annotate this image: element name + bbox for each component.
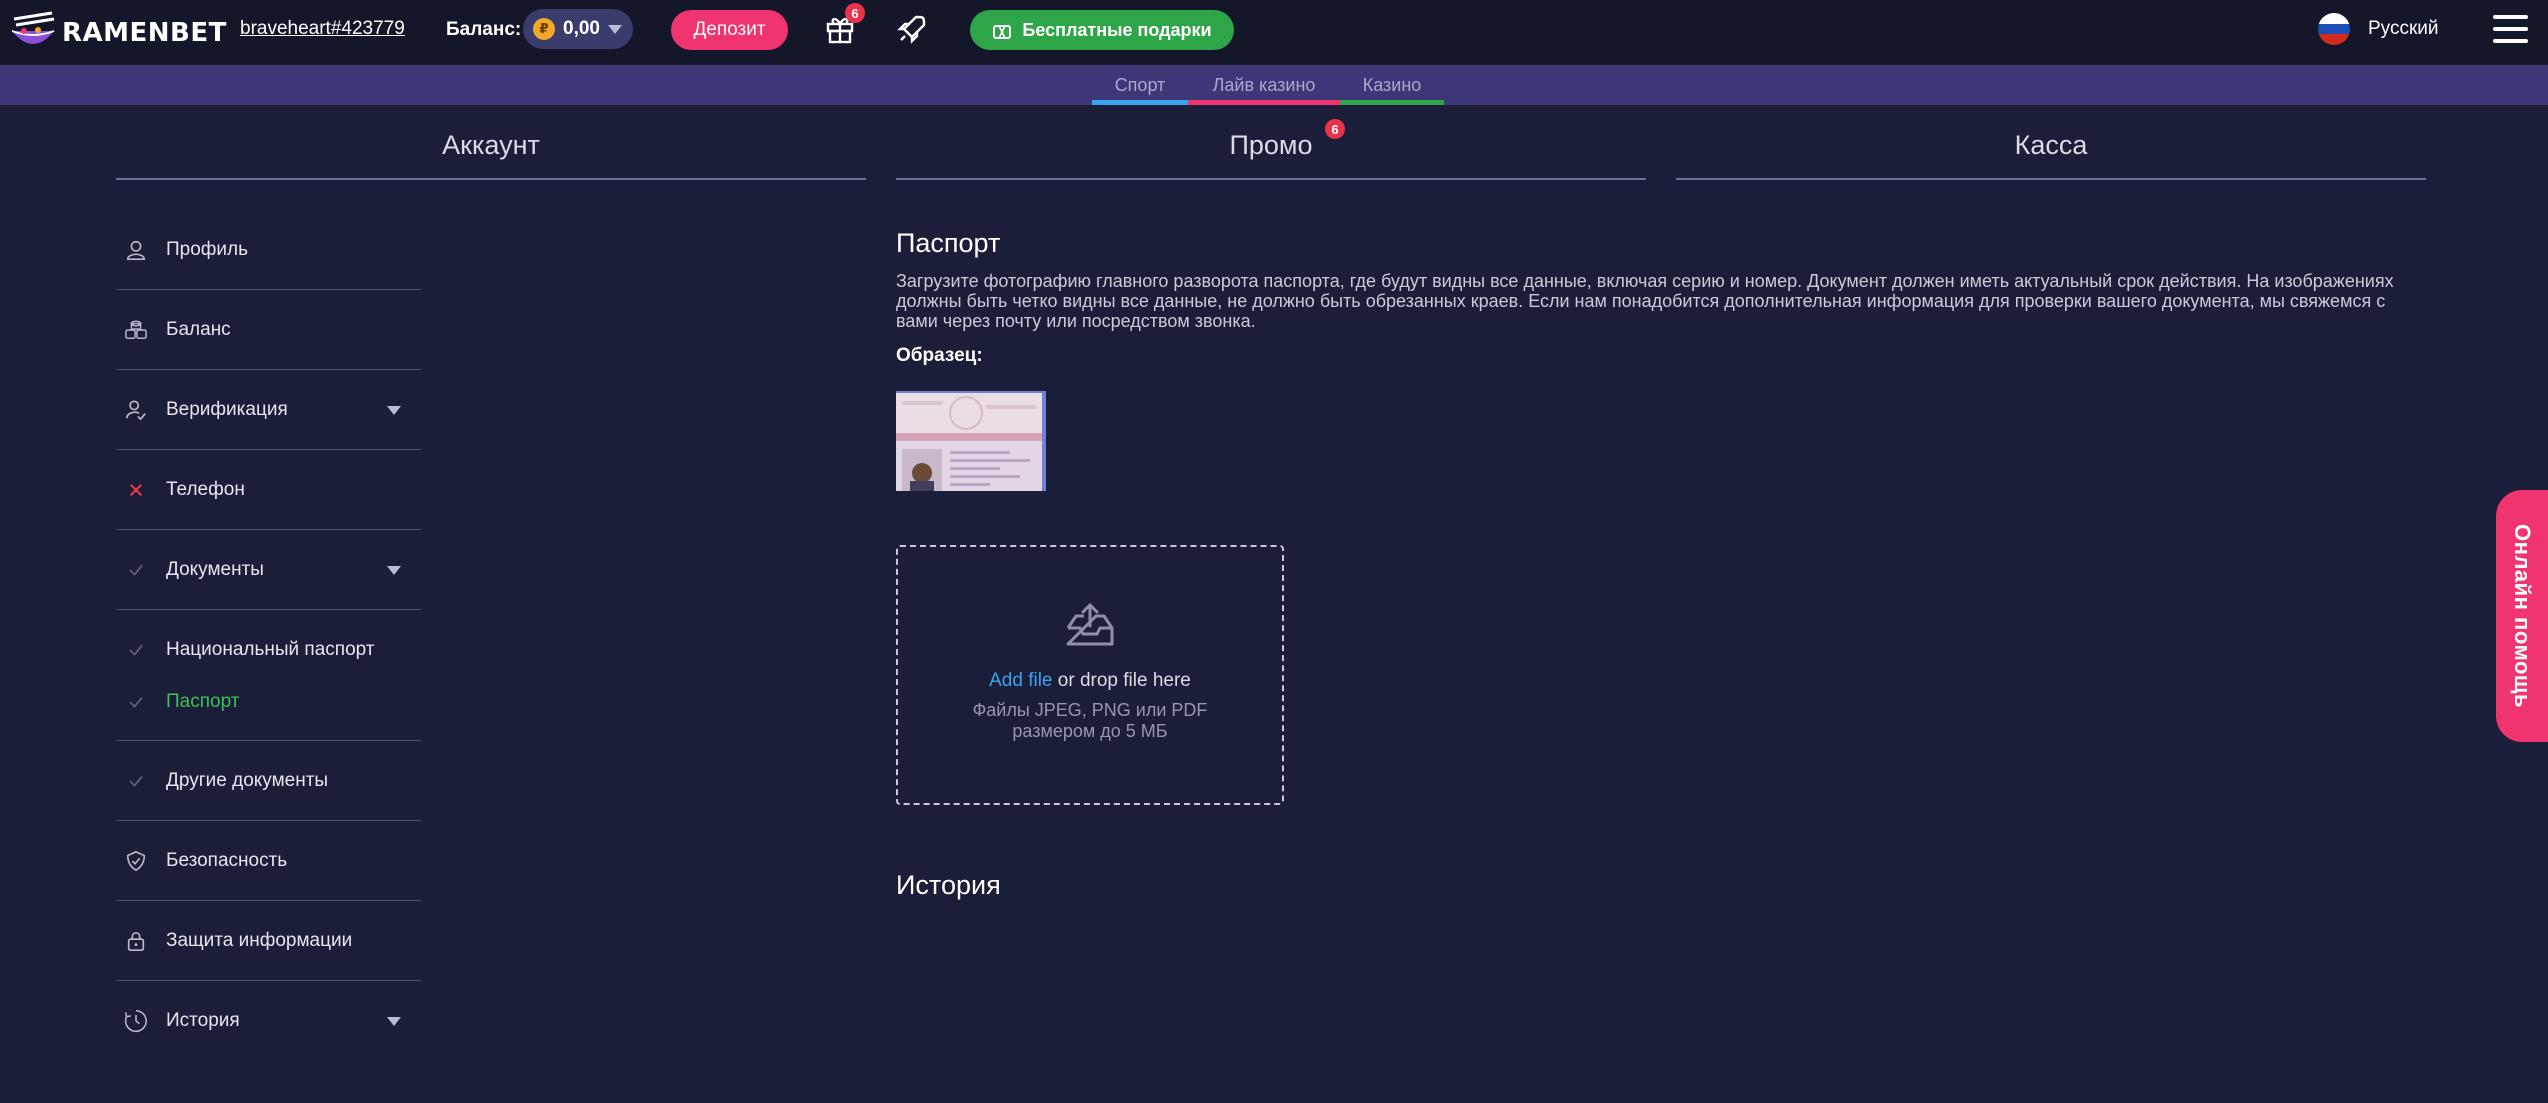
tab-sport[interactable]: Спорт xyxy=(1092,65,1188,105)
rocket-icon[interactable] xyxy=(896,13,928,45)
tab-sport-label: Спорт xyxy=(1114,74,1166,95)
tab-promo-label: Промо xyxy=(1229,130,1313,160)
account-sidebar: Профиль Баланс Верификация Телефон Докум… xyxy=(116,210,421,1061)
russia-flag-icon xyxy=(2318,13,2350,45)
balance-label: Баланс: xyxy=(446,19,522,40)
balance-dropdown[interactable]: ₽ 0,00 xyxy=(523,9,633,49)
dropzone-text: Add file or drop file here xyxy=(989,670,1191,692)
tab-live-casino[interactable]: Лайв казино xyxy=(1188,65,1340,105)
tab-account-label: Аккаунт xyxy=(442,130,540,160)
top-bar: RAMENBET braveheart#423779 Баланс: ₽ 0,0… xyxy=(0,0,2548,65)
balance-value: 0,00 xyxy=(563,18,600,39)
sidebar-item-other-documents[interactable]: Другие документы xyxy=(116,741,421,821)
sample-label: Образец: xyxy=(896,345,983,366)
deposit-button[interactable]: Депозит xyxy=(671,10,788,50)
sidebar-item-security[interactable]: Безопасность xyxy=(116,821,421,901)
sidebar-item-label: Другие документы xyxy=(166,769,329,791)
sidebar-item-label: Документы xyxy=(166,558,264,580)
passport-instructions: Загрузите фотографию главного разворота … xyxy=(896,271,2394,331)
gift-ticket-icon xyxy=(993,25,1012,39)
check-icon xyxy=(124,769,148,793)
sidebar-item-label: Паспорт xyxy=(166,691,240,712)
sidebar-item-national-passport[interactable]: Национальный паспорт xyxy=(116,624,421,676)
shield-icon xyxy=(124,849,148,873)
inbox-upload-icon xyxy=(1066,602,1114,646)
sidebar-item-passport[interactable]: Паспорт xyxy=(116,676,421,728)
language-selector[interactable]: Русский xyxy=(2318,13,2439,45)
sidebar-item-label: Профиль xyxy=(166,238,249,260)
sidebar-item-label: Национальный паспорт xyxy=(166,639,375,660)
sidebar-item-label: История xyxy=(166,1010,240,1031)
ramen-bowl-icon xyxy=(8,11,58,55)
tab-account[interactable]: Аккаунт xyxy=(116,120,866,180)
page-title: Паспорт xyxy=(896,228,1001,258)
passport-section: Паспорт Загрузите фотографию главного ра… xyxy=(896,228,2396,900)
user-icon xyxy=(124,238,148,262)
tab-cashier-label: Касса xyxy=(2014,130,2088,160)
product-nav: Спорт Лайв казино Казино xyxy=(0,65,2548,105)
menu-icon[interactable] xyxy=(2493,15,2528,43)
sidebar-item-balance[interactable]: Баланс xyxy=(116,290,421,370)
chevron-down-icon xyxy=(387,566,401,575)
tab-sport-underline xyxy=(1092,100,1188,105)
sidebar-item-label: Баланс xyxy=(166,318,231,340)
file-format-hint: Файлы JPEG, PNG или PDF размером до 5 МБ xyxy=(972,700,1208,741)
history-icon xyxy=(124,1009,148,1033)
coins-icon xyxy=(124,318,148,342)
check-icon xyxy=(124,690,148,714)
drop-file-text: or drop file here xyxy=(1052,670,1191,691)
gift-count-badge: 6 xyxy=(845,3,865,23)
passport-sample-image[interactable] xyxy=(896,391,1046,491)
tab-live-casino-underline xyxy=(1188,100,1340,105)
sidebar-item-phone[interactable]: Телефон xyxy=(116,450,421,530)
sidebar-item-label: Телефон xyxy=(166,478,245,500)
chevron-down-icon xyxy=(387,406,401,415)
username-link[interactable]: braveheart#423779 xyxy=(240,18,405,40)
ruble-coin-icon: ₽ xyxy=(533,18,555,40)
file-dropzone[interactable]: Add file or drop file here Файлы JPEG, P… xyxy=(896,545,1284,805)
tab-live-casino-label: Лайв казино xyxy=(1212,74,1316,95)
tab-casino-underline xyxy=(1340,100,1444,105)
lock-icon xyxy=(124,929,148,953)
sidebar-item-profile[interactable]: Профиль xyxy=(116,210,421,290)
user-check-icon xyxy=(124,398,148,422)
logo[interactable]: RAMENBET xyxy=(8,8,227,58)
language-label: Русский xyxy=(2368,18,2439,39)
sidebar-item-data-protection[interactable]: Защита информации xyxy=(116,901,421,981)
tab-cashier[interactable]: Касса xyxy=(1676,120,2426,180)
sidebar-item-verification[interactable]: Верификация xyxy=(116,370,421,450)
online-help-label: Онлайн помощь xyxy=(2510,524,2535,708)
add-file-link[interactable]: Add file xyxy=(989,670,1052,691)
online-help-button[interactable]: Онлайн помощь xyxy=(2496,490,2548,742)
logo-text: RAMENBET xyxy=(62,18,227,48)
tab-casino-label: Казино xyxy=(1362,74,1422,95)
tab-promo[interactable]: Промо xyxy=(896,120,1646,180)
sidebar-item-label: Защита информации xyxy=(166,929,353,951)
sidebar-item-label: Верификация xyxy=(166,398,288,420)
free-gifts-button[interactable]: Бесплатные подарки xyxy=(970,10,1234,50)
chevron-down-icon xyxy=(387,1017,401,1026)
sidebar-item-label: Безопасность xyxy=(166,849,288,871)
free-gifts-label: Бесплатные подарки xyxy=(1022,19,1212,40)
sidebar-item-history[interactable]: История xyxy=(116,981,421,1061)
sidebar-item-documents[interactable]: Документы xyxy=(116,530,421,610)
promo-count-badge: 6 xyxy=(1325,119,1345,139)
documents-submenu: Национальный паспорт Паспорт xyxy=(116,610,421,741)
check-icon xyxy=(124,638,148,662)
chevron-down-icon xyxy=(607,24,622,34)
history-title: История xyxy=(896,870,1001,900)
check-icon xyxy=(124,558,148,582)
tab-casino[interactable]: Казино xyxy=(1340,65,1444,105)
cross-icon xyxy=(124,478,148,502)
